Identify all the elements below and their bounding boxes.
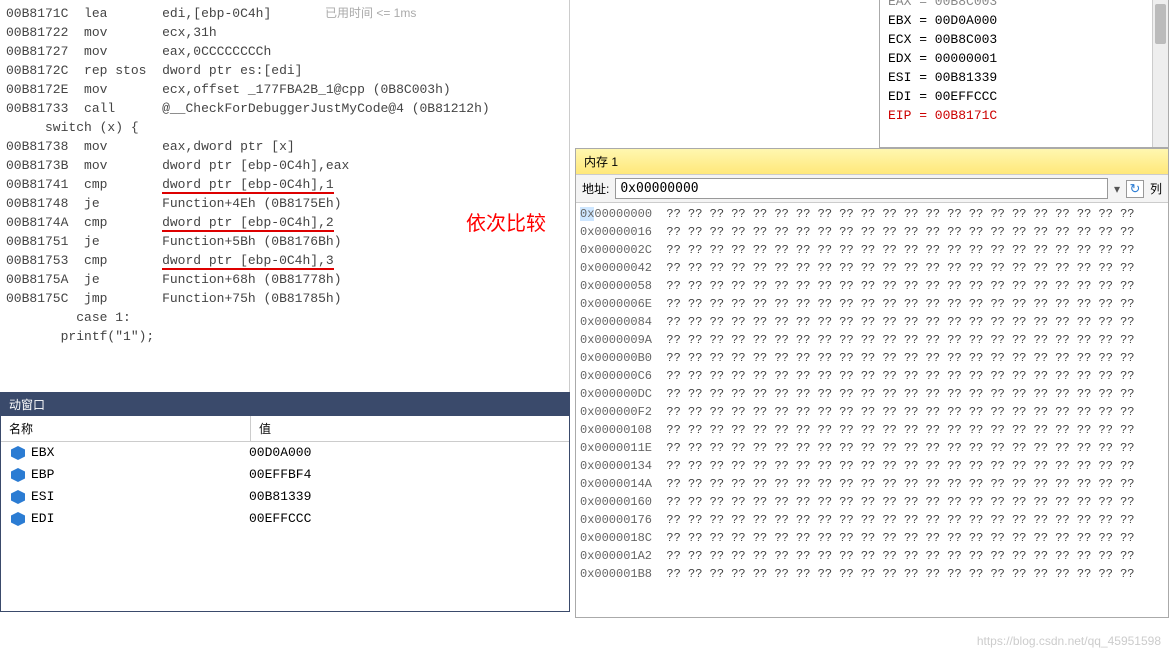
memory-row[interactable]: 0x0000009A ?? ?? ?? ?? ?? ?? ?? ?? ?? ??… (580, 331, 1164, 349)
memory-row[interactable]: 0x00000000 ?? ?? ?? ?? ?? ?? ?? ?? ?? ??… (580, 205, 1164, 223)
watermark: https://blog.csdn.net/qq_45951598 (977, 634, 1161, 648)
memory-address-label: 地址: (582, 180, 609, 197)
memory-row[interactable]: 0x00000084 ?? ?? ?? ?? ?? ?? ?? ?? ?? ??… (580, 313, 1164, 331)
register-line[interactable]: EDX = 00000001 (888, 49, 1160, 68)
memory-row[interactable]: 0x000001B8 ?? ?? ?? ?? ?? ?? ?? ?? ?? ??… (580, 565, 1164, 583)
autos-row[interactable]: EBX00D0A000 (1, 442, 569, 464)
columns-button[interactable]: 列 (1150, 180, 1162, 197)
memory-row[interactable]: 0x000000C6 ?? ?? ?? ?? ?? ?? ?? ?? ?? ??… (580, 367, 1164, 385)
register-line[interactable]: ESI = 00B81339 (888, 68, 1160, 87)
autos-title: 动窗口 (1, 393, 569, 416)
memory-row[interactable]: 0x000000DC ?? ?? ?? ?? ?? ?? ?? ?? ?? ??… (580, 385, 1164, 403)
disasm-line[interactable]: 00B8175C jmp Function+75h (0B81785h) (6, 289, 569, 308)
disasm-line[interactable]: 00B81733 call @__CheckForDebuggerJustMyC… (6, 99, 569, 118)
disasm-line[interactable]: 00B81727 mov eax,0CCCCCCCCh (6, 42, 569, 61)
register-line[interactable]: EDI = 00EFFCCC (888, 87, 1160, 106)
refresh-button[interactable]: ↻ (1126, 180, 1144, 198)
register-line[interactable]: EIP = 00B8171C (888, 106, 1160, 125)
variable-icon (11, 468, 25, 482)
memory-row[interactable]: 0x00000176 ?? ?? ?? ?? ?? ?? ?? ?? ?? ??… (580, 511, 1164, 529)
memory-title: 内存 1 (576, 149, 1168, 175)
autos-row[interactable]: ESI00B81339 (1, 486, 569, 508)
disasm-line[interactable]: 00B81738 mov eax,dword ptr [x] (6, 137, 569, 156)
variable-icon (11, 446, 25, 460)
memory-row[interactable]: 0x000000F2 ?? ?? ?? ?? ?? ?? ?? ?? ?? ??… (580, 403, 1164, 421)
disasm-line[interactable]: 00B8171C lea edi,[ebp-0C4h] (6, 4, 569, 23)
disasm-line[interactable]: 00B8175A je Function+68h (0B81778h) (6, 270, 569, 289)
disassembly-pane[interactable]: 已用时间 <= 1ms 00B8171C lea edi,[ebp-0C4h]0… (0, 0, 570, 392)
disasm-line[interactable]: 00B81741 cmp dword ptr [ebp-0C4h],1 (6, 175, 569, 194)
memory-row[interactable]: 0x0000018C ?? ?? ?? ?? ?? ?? ?? ?? ?? ??… (580, 529, 1164, 547)
timing-label: 已用时间 <= 1ms (325, 4, 416, 21)
variable-icon (11, 490, 25, 504)
memory-row[interactable]: 0x00000108 ?? ?? ?? ?? ?? ?? ?? ?? ?? ??… (580, 421, 1164, 439)
disasm-line[interactable]: printf("1"); (6, 327, 569, 346)
disasm-line[interactable]: 00B8173B mov dword ptr [ebp-0C4h],eax (6, 156, 569, 175)
autos-row[interactable]: EBP00EFFBF4 (1, 464, 569, 486)
autos-row[interactable]: EDI00EFFCCC (1, 508, 569, 530)
memory-address-bar: 地址: ▾ ↻ 列 (576, 175, 1168, 203)
memory-row[interactable]: 0x0000006E ?? ?? ?? ?? ?? ?? ?? ?? ?? ??… (580, 295, 1164, 313)
disasm-line[interactable]: 00B8172C rep stos dword ptr es:[edi] (6, 61, 569, 80)
register-line[interactable]: ECX = 00B8C003 (888, 30, 1160, 49)
memory-row[interactable]: 0x00000160 ?? ?? ?? ?? ?? ?? ?? ?? ?? ??… (580, 493, 1164, 511)
memory-panel: 内存 1 地址: ▾ ↻ 列 0x00000000 ?? ?? ?? ?? ??… (575, 148, 1169, 618)
disasm-line[interactable]: switch (x) { (6, 118, 569, 137)
dropdown-icon[interactable]: ▾ (1114, 182, 1120, 196)
disasm-line[interactable]: 00B81722 mov ecx,31h (6, 23, 569, 42)
registers-scrollbar[interactable] (1152, 0, 1168, 147)
memory-address-input[interactable] (615, 178, 1108, 199)
memory-row[interactable]: 0x00000134 ?? ?? ?? ?? ?? ?? ?? ?? ?? ??… (580, 457, 1164, 475)
autos-panel: 动窗口 名称 值 EBX00D0A000EBP00EFFBF4ESI00B813… (0, 392, 570, 612)
register-line[interactable]: EBX = 00D0A000 (888, 11, 1160, 30)
memory-row[interactable]: 0x000001A2 ?? ?? ?? ?? ?? ?? ?? ?? ?? ??… (580, 547, 1164, 565)
memory-row[interactable]: 0x0000014A ?? ?? ?? ?? ?? ?? ?? ?? ?? ??… (580, 475, 1164, 493)
variable-icon (11, 512, 25, 526)
memory-row[interactable]: 0x00000016 ?? ?? ?? ?? ?? ?? ?? ?? ?? ??… (580, 223, 1164, 241)
memory-body[interactable]: 0x00000000 ?? ?? ?? ?? ?? ?? ?? ?? ?? ??… (576, 203, 1168, 585)
registers-pane[interactable]: EAX = 00B8C003EBX = 00D0A000ECX = 00B8C0… (879, 0, 1169, 148)
autos-header: 名称 值 (1, 416, 569, 442)
memory-row[interactable]: 0x00000042 ?? ?? ?? ?? ?? ?? ?? ?? ?? ??… (580, 259, 1164, 277)
memory-row[interactable]: 0x0000011E ?? ?? ?? ?? ?? ?? ?? ?? ?? ??… (580, 439, 1164, 457)
disasm-line[interactable]: 00B8172E mov ecx,offset _177FBA2B_1@cpp … (6, 80, 569, 99)
memory-row[interactable]: 0x000000B0 ?? ?? ?? ?? ?? ?? ?? ?? ?? ??… (580, 349, 1164, 367)
autos-col-value[interactable]: 值 (251, 416, 569, 441)
memory-row[interactable]: 0x0000002C ?? ?? ?? ?? ?? ?? ?? ?? ?? ??… (580, 241, 1164, 259)
disasm-line[interactable]: 00B81753 cmp dword ptr [ebp-0C4h],3 (6, 251, 569, 270)
annotation-text: 依次比较 (466, 207, 546, 236)
autos-col-name[interactable]: 名称 (1, 416, 251, 441)
disasm-line[interactable]: case 1: (6, 308, 569, 327)
memory-row[interactable]: 0x00000058 ?? ?? ?? ?? ?? ?? ?? ?? ?? ??… (580, 277, 1164, 295)
